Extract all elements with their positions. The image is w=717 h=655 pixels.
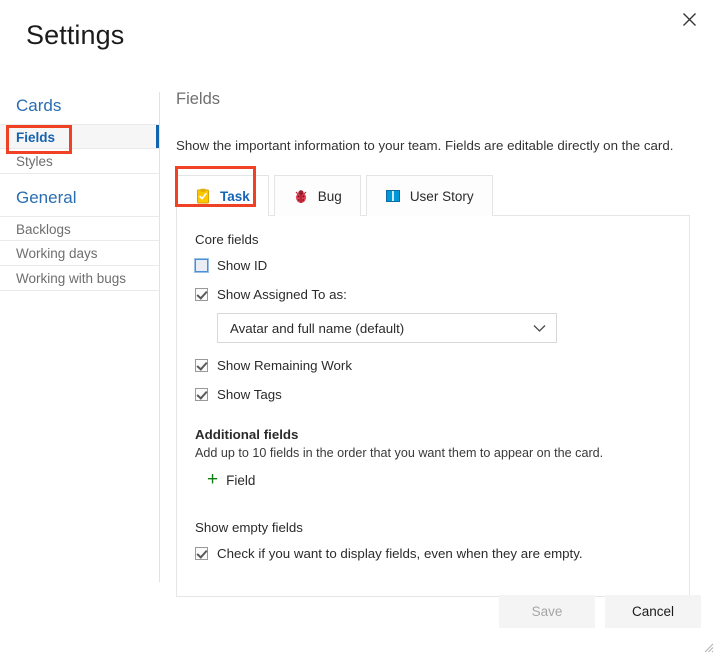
tab-label: Bug [317, 188, 342, 204]
resize-grip[interactable] [702, 640, 714, 653]
settings-main-panel: Fields Show the important information to… [176, 90, 701, 597]
save-button[interactable]: Save [499, 595, 595, 628]
dialog-footer: Save Cancel [499, 595, 701, 628]
show-tags-label: Show Tags [217, 387, 282, 402]
sidebar-item-label: Fields [16, 130, 56, 145]
assigned-to-display-value: Avatar and full name (default) [230, 320, 405, 336]
work-item-type-tabs: Task Bug User Story [176, 175, 701, 216]
plus-icon: + [207, 469, 219, 490]
additional-fields-hint: Add up to 10 fields in the order that yo… [195, 446, 604, 460]
sidebar-group-general-title: General [16, 188, 77, 207]
add-field-button[interactable]: + Field [207, 469, 256, 490]
settings-sidebar: Cards Fields Styles General Backlogs Wor… [0, 92, 160, 302]
sidebar-item-label: Working with bugs [16, 271, 127, 286]
sidebar-item-working-with-bugs[interactable]: Working with bugs [0, 266, 159, 291]
sidebar-item-label: Styles [16, 154, 53, 169]
show-id-row: Show ID [194, 257, 671, 274]
assigned-to-display-select[interactable]: Avatar and full name (default) [217, 313, 557, 343]
sidebar-divider [159, 92, 160, 582]
show-assigned-to-row: Show Assigned To as: [195, 286, 671, 303]
chevron-down-icon [533, 321, 546, 336]
panel-description: Show the important information to your t… [176, 138, 674, 153]
cancel-button[interactable]: Cancel [605, 595, 701, 628]
close-icon[interactable] [669, 2, 709, 36]
bug-ladybug-icon [293, 188, 309, 204]
dialog-title: Settings [26, 20, 125, 50]
show-id-label: Show ID [217, 258, 268, 273]
tab-bug[interactable]: Bug [273, 175, 361, 216]
fields-content-panel: Core fields Show ID Show Assigned To as:… [176, 215, 690, 597]
show-tags-checkbox[interactable] [195, 388, 208, 401]
show-assigned-to-label: Show Assigned To as: [217, 287, 347, 302]
sidebar-item-styles[interactable]: Styles [0, 149, 159, 174]
page-title: Fields [176, 90, 221, 108]
tab-label: User Story [409, 188, 474, 204]
user-story-book-icon [385, 188, 401, 204]
show-assigned-to-checkbox[interactable] [195, 288, 208, 301]
tab-task[interactable]: Task [176, 175, 269, 216]
show-id-checkbox[interactable] [194, 258, 209, 273]
task-clipboard-icon [195, 188, 211, 204]
show-empty-fields-label: Check if you want to display fields, eve… [217, 546, 583, 561]
sidebar-item-label: Backlogs [16, 222, 71, 237]
core-fields-heading: Core fields [195, 232, 259, 247]
show-empty-fields-row: Check if you want to display fields, eve… [195, 545, 671, 562]
add-field-label: Field [226, 472, 256, 488]
show-remaining-work-row: Show Remaining Work [195, 357, 671, 374]
tab-label: Task [220, 188, 250, 204]
tab-user-story[interactable]: User Story [365, 175, 493, 216]
sidebar-item-working-days[interactable]: Working days [0, 241, 159, 266]
sidebar-group-cards-title: Cards [16, 96, 62, 115]
sidebar-item-label: Working days [16, 246, 98, 261]
show-tags-row: Show Tags [195, 386, 671, 403]
sidebar-item-backlogs[interactable]: Backlogs [0, 216, 159, 241]
show-remaining-work-checkbox[interactable] [195, 359, 208, 372]
additional-fields-heading: Additional fields [195, 427, 299, 442]
show-empty-fields-checkbox[interactable] [195, 547, 208, 560]
show-empty-fields-heading: Show empty fields [195, 520, 303, 535]
settings-dialog: Settings Cards Fields Styles General Bac… [0, 0, 717, 655]
sidebar-item-fields[interactable]: Fields [0, 124, 160, 149]
show-remaining-work-label: Show Remaining Work [217, 358, 352, 373]
